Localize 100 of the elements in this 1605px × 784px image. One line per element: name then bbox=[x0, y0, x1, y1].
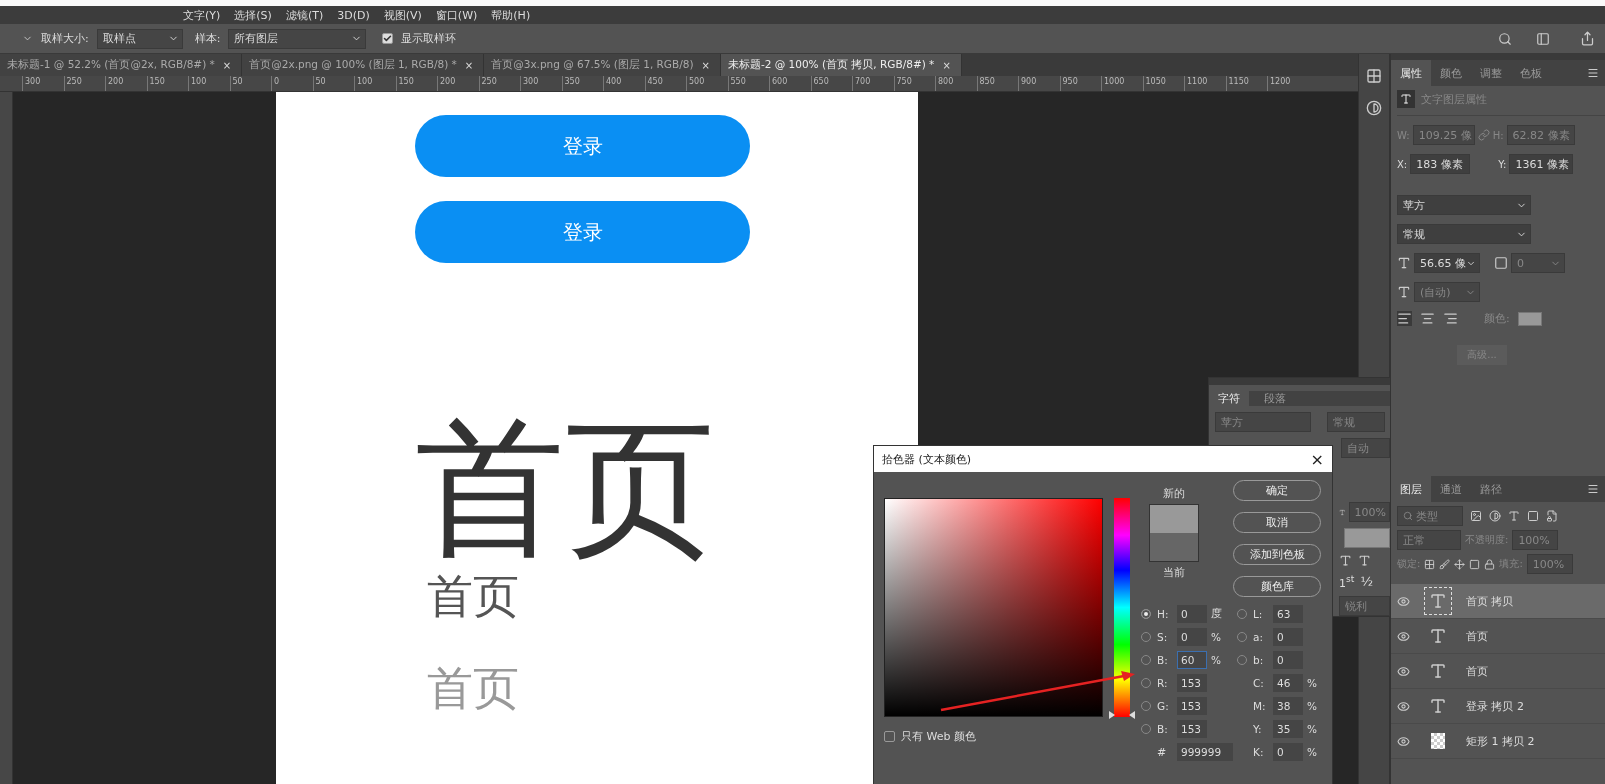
leading-icon bbox=[1397, 285, 1411, 299]
field-label: H: bbox=[1157, 608, 1170, 620]
menu-item[interactable]: 文字(Y) bbox=[183, 7, 221, 23]
font-size-select[interactable]: 56.65 像 bbox=[1414, 253, 1480, 273]
ruler-label: 1000 bbox=[1101, 76, 1143, 91]
dialog-button[interactable]: 颜色库 bbox=[1233, 576, 1321, 597]
value-field[interactable]: 35 bbox=[1273, 720, 1303, 738]
strikethrough-icon bbox=[1358, 554, 1371, 568]
search-icon bbox=[1498, 31, 1512, 46]
dialog-button[interactable]: 取消 bbox=[1233, 512, 1321, 533]
value-field[interactable]: 153 bbox=[1177, 720, 1207, 738]
layer-name: 登录 拷贝 2 bbox=[1466, 698, 1524, 714]
unit-label: % bbox=[1307, 723, 1318, 735]
value-field[interactable]: 46 bbox=[1273, 674, 1303, 692]
share-icon bbox=[1580, 31, 1595, 46]
ruler-label: 500 bbox=[686, 76, 728, 91]
close-icon[interactable]: × bbox=[464, 59, 474, 71]
ruler-label: 600 bbox=[769, 76, 811, 91]
hex-field[interactable]: 999999 bbox=[1177, 743, 1233, 761]
smart-object-icon bbox=[1546, 510, 1558, 522]
unit-label: % bbox=[1211, 631, 1222, 643]
panel-tab[interactable]: 颜色 bbox=[1431, 60, 1471, 86]
underline-icon bbox=[1339, 554, 1352, 568]
field-label: B: bbox=[1157, 723, 1169, 735]
document-tab[interactable]: 首页@2x.png @ 100% (图层 1, RGB/8) * × bbox=[242, 54, 485, 76]
panel-tab[interactable]: 属性 bbox=[1391, 60, 1431, 86]
close-icon[interactable]: × bbox=[701, 59, 710, 71]
hue-pointer[interactable] bbox=[1109, 711, 1135, 719]
field-label: Y: bbox=[1253, 723, 1263, 735]
checkbox[interactable] bbox=[382, 33, 394, 44]
close-icon[interactable]: × bbox=[222, 59, 232, 71]
document-tab[interactable]: 首页@3x.png @ 67.5% (图层 1, RGB/8) × bbox=[484, 54, 721, 76]
color-swatch[interactable] bbox=[1344, 528, 1390, 549]
panel-tab[interactable]: 通道 bbox=[1431, 476, 1471, 502]
ruler-label: 250 bbox=[478, 76, 520, 91]
sample-label: 样本: bbox=[194, 31, 221, 46]
color-field[interactable] bbox=[884, 498, 1103, 717]
menu-item[interactable]: 选择(S) bbox=[234, 7, 272, 23]
panel-tab[interactable]: 路径 bbox=[1471, 476, 1511, 502]
ruler-label: 100 bbox=[188, 76, 230, 91]
value-field[interactable]: 0 bbox=[1273, 628, 1303, 646]
sample-select[interactable]: 所有图层 bbox=[228, 28, 367, 49]
color-swatch[interactable] bbox=[1517, 311, 1542, 326]
hue-slider[interactable] bbox=[1109, 498, 1135, 717]
color-preview bbox=[1149, 504, 1199, 562]
panel-tab[interactable]: 调整 bbox=[1471, 60, 1511, 86]
panel-tab[interactable]: 色板 bbox=[1511, 60, 1551, 86]
y-field[interactable]: 1361 像素 bbox=[1509, 154, 1574, 174]
dialog-button[interactable]: 添加到色板 bbox=[1233, 544, 1321, 565]
dialog-button[interactable]: 确定 bbox=[1233, 480, 1321, 501]
panel-tab[interactable]: 字符 bbox=[1209, 391, 1249, 407]
ruler-label: 900 bbox=[1018, 76, 1060, 91]
menu-item[interactable]: 窗口(W) bbox=[435, 7, 478, 23]
shape-filter-icon bbox=[1527, 510, 1539, 522]
value-field[interactable]: 0 bbox=[1177, 605, 1207, 623]
value-field[interactable]: 38 bbox=[1273, 697, 1303, 715]
ordinal-label[interactable]: 1$^{st}$ bbox=[1339, 573, 1355, 590]
value-field[interactable]: 0 bbox=[1273, 743, 1303, 761]
value-field[interactable]: 63 bbox=[1273, 605, 1303, 623]
fraction-label[interactable]: ½ bbox=[1360, 574, 1373, 590]
radio-button[interactable] bbox=[1141, 609, 1151, 619]
heading-text: 首页 bbox=[427, 573, 519, 619]
sample-size-select[interactable]: 取样点 bbox=[96, 28, 183, 49]
panel-tab[interactable]: 段落 bbox=[1255, 391, 1295, 407]
value-field[interactable]: 153 bbox=[1177, 674, 1207, 692]
menu-item[interactable]: 视图(V) bbox=[383, 7, 422, 23]
ruler-label: 50 bbox=[229, 76, 271, 91]
close-icon[interactable]: × bbox=[942, 59, 951, 71]
document-tab[interactable]: 未标题-1 @ 52.2% (首页@2x, RGB/8#) * × bbox=[0, 54, 243, 76]
menu-item[interactable]: 滤镜(T) bbox=[285, 7, 324, 23]
font-size-icon bbox=[1397, 256, 1411, 270]
value-field[interactable]: 60 bbox=[1177, 651, 1207, 669]
lock-pixels-icon bbox=[1424, 558, 1436, 570]
checkbox[interactable] bbox=[884, 731, 895, 742]
menu-item[interactable]: 3D(D) bbox=[337, 8, 370, 22]
x-field[interactable]: 183 像素 bbox=[1410, 154, 1471, 174]
field-label: b: bbox=[1253, 654, 1265, 666]
ruler-label: 550 bbox=[727, 76, 769, 91]
ruler-label: 700 bbox=[852, 76, 894, 91]
eye-icon bbox=[1397, 734, 1410, 748]
style-select[interactable]: 常规 bbox=[1397, 224, 1531, 244]
layer-row[interactable]: 首页 拷贝 bbox=[1391, 584, 1605, 619]
heading-text: 首页 bbox=[427, 665, 519, 711]
field-label: S: bbox=[1157, 631, 1169, 643]
panel-icon bbox=[1536, 31, 1550, 46]
ruler-label: 400 bbox=[603, 76, 645, 91]
panel-tab[interactable]: 图层 bbox=[1391, 476, 1431, 502]
value-field[interactable]: 0 bbox=[1177, 628, 1207, 646]
value-field[interactable]: 153 bbox=[1177, 697, 1207, 715]
current-label: 当前 bbox=[1163, 565, 1185, 580]
ruler-label: 200 bbox=[437, 76, 479, 91]
text-layer-icon bbox=[1397, 90, 1415, 108]
ruler-label: 450 bbox=[644, 76, 686, 91]
font-select[interactable]: 苹方 bbox=[1397, 195, 1531, 215]
document-tab[interactable]: 未标题-2 @ 100% (首页 拷贝, RGB/8#) * × bbox=[720, 54, 962, 76]
ruler-label: 800 bbox=[935, 76, 977, 91]
menu-item[interactable]: 帮助(H) bbox=[491, 7, 531, 23]
unit-label: % bbox=[1307, 677, 1318, 689]
close-button[interactable]: × bbox=[1310, 449, 1324, 469]
value-field[interactable]: 0 bbox=[1273, 651, 1303, 669]
